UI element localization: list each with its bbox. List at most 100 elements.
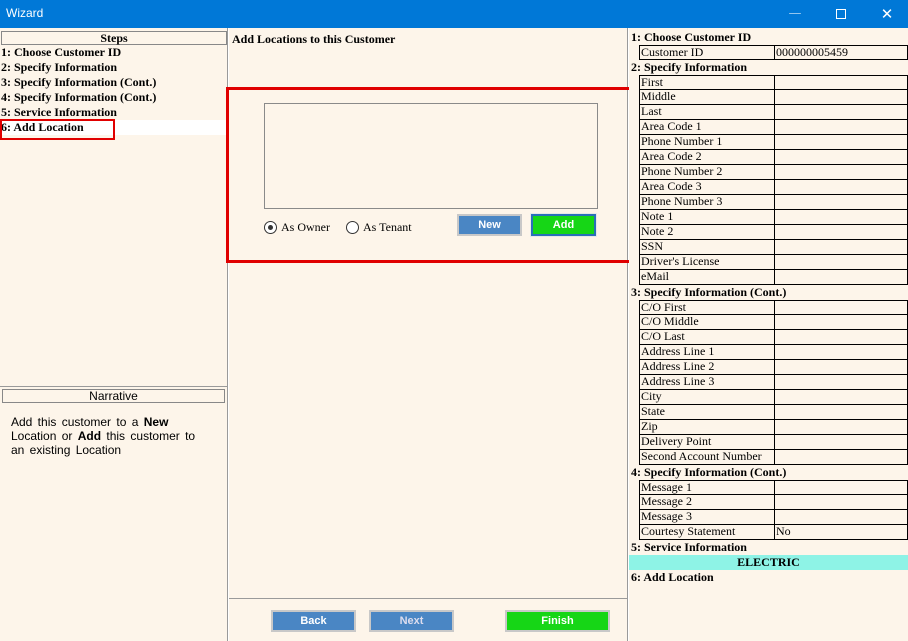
summary-label: Middle (639, 90, 774, 105)
narrative-part-3: this customer to (101, 429, 196, 443)
summary-row: Area Code 2 (639, 150, 908, 165)
minimize-button[interactable]: — (772, 0, 818, 28)
summary-label: Area Code 3 (639, 180, 774, 195)
summary-value (774, 90, 908, 105)
summary-label: Address Line 2 (639, 360, 774, 375)
as-owner-option[interactable]: As Owner (264, 219, 330, 235)
summary-label: Message 1 (639, 480, 774, 495)
summary-row: Note 2 (639, 225, 908, 240)
summary-value: 000000005459 (774, 45, 908, 60)
summary-label: Address Line 3 (639, 375, 774, 390)
summary-value (774, 135, 908, 150)
summary-row: Driver's License (639, 255, 908, 270)
main-panel: Add Locations to this Customer As Owner … (226, 28, 633, 641)
summary-label: Customer ID (639, 45, 774, 60)
summary-value: No (774, 525, 908, 540)
window-title: Wizard (6, 6, 44, 20)
step-item-2[interactable]: 2: Specify Information (1, 60, 227, 75)
summary-row: First (639, 75, 908, 90)
summary-section-2-table: First Middle Last Area Code 1 Phone Numb… (639, 75, 908, 285)
locations-listbox[interactable] (264, 103, 598, 209)
summary-value (774, 255, 908, 270)
summary-value (774, 345, 908, 360)
summary-value (774, 480, 908, 495)
back-button[interactable]: Back (271, 610, 356, 632)
as-owner-radio[interactable] (264, 220, 277, 234)
summary-label: Area Code 1 (639, 120, 774, 135)
summary-label: Area Code 2 (639, 150, 774, 165)
summary-row: Note 1 (639, 210, 908, 225)
summary-row: Second Account Number (639, 450, 908, 465)
summary-label: C/O First (639, 300, 774, 315)
next-button[interactable]: Next (369, 610, 454, 632)
summary-value (774, 450, 908, 465)
narrative-part-4: an existing Location (11, 443, 122, 457)
summary-value (774, 300, 908, 315)
summary-label: Phone Number 3 (639, 195, 774, 210)
wizard-footer: Back Next Finish (229, 598, 628, 641)
summary-label: Address Line 1 (639, 345, 774, 360)
summary-row: C/O Middle (639, 315, 908, 330)
step-item-4[interactable]: 4: Specify Information (Cont.) (1, 90, 227, 105)
summary-value (774, 225, 908, 240)
summary-row: Phone Number 3 (639, 195, 908, 210)
summary-row: Address Line 3 (639, 375, 908, 390)
summary-value (774, 330, 908, 345)
summary-label: Message 2 (639, 495, 774, 510)
summary-row: Last (639, 105, 908, 120)
summary-value (774, 75, 908, 90)
summary-label: Phone Number 2 (639, 165, 774, 180)
narrative-panel: Narrative Add this customer to a New Loc… (0, 386, 228, 641)
summary-value (774, 180, 908, 195)
summary-value (774, 375, 908, 390)
step-item-1[interactable]: 1: Choose Customer ID (1, 45, 227, 60)
summary-label: Zip (639, 420, 774, 435)
narrative-bold-add: Add (77, 429, 102, 443)
summary-row: Customer ID 000000005459 (639, 45, 908, 60)
summary-value (774, 165, 908, 180)
summary-value (774, 510, 908, 525)
as-tenant-option[interactable]: As Tenant (346, 219, 412, 235)
summary-label: Last (639, 105, 774, 120)
title-bar: Wizard — ✕ (0, 0, 908, 28)
summary-row: Phone Number 1 (639, 135, 908, 150)
narrative-text: Add this customer to a New Location or A… (11, 415, 211, 457)
summary-row: C/O Last (639, 330, 908, 345)
steps-panel: Steps 1: Choose Customer ID 2: Specify I… (0, 28, 228, 641)
page-title: Add Locations to this Customer (232, 32, 396, 46)
summary-section-6-title: 6: Add Location (631, 570, 714, 584)
summary-section-5-title: 5: Service Information (631, 540, 747, 554)
summary-value (774, 420, 908, 435)
add-button[interactable]: Add (530, 213, 597, 237)
summary-value (774, 240, 908, 255)
summary-value (774, 405, 908, 420)
maximize-button[interactable] (818, 0, 864, 28)
summary-row: Phone Number 2 (639, 165, 908, 180)
summary-value (774, 360, 908, 375)
narrative-title: Narrative (2, 389, 225, 403)
summary-label: Delivery Point (639, 435, 774, 450)
summary-section-3-table: C/O First C/O Middle C/O Last Address Li… (639, 300, 908, 465)
narrative-part-2: Location or (11, 429, 78, 443)
summary-section-4-table: Message 1 Message 2 Message 3 Courtesy S… (639, 480, 908, 540)
new-button[interactable]: New (457, 214, 522, 236)
summary-value (774, 195, 908, 210)
summary-section-4-title: 4: Specify Information (Cont.) (631, 465, 787, 479)
summary-label: Driver's License (639, 255, 774, 270)
finish-button[interactable]: Finish (505, 610, 610, 632)
summary-row: Message 2 (639, 495, 908, 510)
as-tenant-radio[interactable] (346, 220, 359, 234)
close-icon: ✕ (880, 5, 894, 23)
summary-value (774, 210, 908, 225)
summary-label: C/O Last (639, 330, 774, 345)
summary-row: eMail (639, 270, 908, 285)
summary-label: Second Account Number (639, 450, 774, 465)
summary-row: Middle (639, 90, 908, 105)
close-button[interactable]: ✕ (864, 0, 908, 28)
summary-label: Message 3 (639, 510, 774, 525)
service-electric-bar: ELECTRIC (629, 555, 908, 570)
summary-value (774, 120, 908, 135)
step-item-5[interactable]: 5: Service Information (1, 105, 227, 120)
steps-header: Steps (1, 31, 227, 45)
step-item-3[interactable]: 3: Specify Information (Cont.) (1, 75, 227, 90)
